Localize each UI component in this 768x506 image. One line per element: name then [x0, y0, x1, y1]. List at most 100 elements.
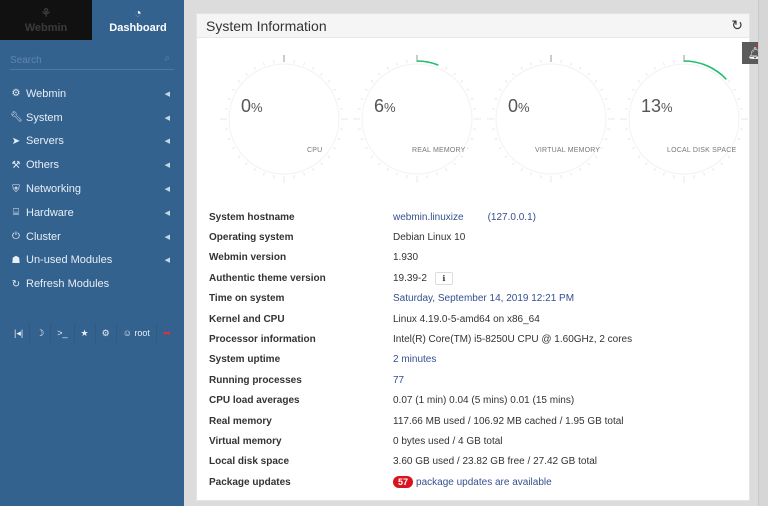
gauge-tick	[653, 168, 656, 172]
gauge-tick	[303, 62, 305, 66]
caret-left-icon: ◀	[164, 162, 170, 170]
tab-webmin[interactable]: ⚘ Webmin	[0, 0, 92, 40]
gauge-label: LOCAL DISK SPACE	[667, 147, 737, 154]
scrollbar[interactable]	[758, 0, 768, 506]
package-updates-link[interactable]: package updates are available	[416, 477, 552, 488]
paw-icon: ⚘	[40, 6, 52, 20]
gauge-tick	[466, 88, 470, 91]
sidebar-item-others[interactable]: ⚒ Others ◀	[0, 153, 184, 177]
terminal-icon: >_	[57, 328, 68, 338]
gauge-tick	[520, 66, 523, 70]
sidebar-item-servers[interactable]: ➤ Servers ◀	[0, 130, 184, 154]
tab-dashboard[interactable]: ◔ Dashboard	[92, 0, 184, 40]
sidebar-item-refresh-modules[interactable]: ↻ Refresh Modules	[0, 272, 184, 296]
row-label: Authentic theme version	[209, 272, 326, 284]
gavel-icon: ⚒	[11, 159, 21, 171]
gauge-tick	[445, 66, 448, 70]
refresh-icon[interactable]: ↻	[731, 17, 743, 34]
row-value: 0 bytes used / 4 GB total	[393, 435, 503, 447]
star-icon: ★	[80, 327, 89, 338]
row-label: Local disk space	[209, 456, 290, 468]
gauge-tick	[224, 128, 228, 130]
gauge-tick	[631, 88, 635, 91]
gauge-tick	[520, 168, 523, 172]
row-label: System uptime	[209, 354, 281, 366]
logout-button[interactable]: ➡	[157, 323, 177, 343]
row-label: System hostname	[209, 211, 295, 223]
gauge-tick	[224, 108, 228, 110]
gauge-local-disk-space: 13% LOCAL DISK SPACE	[619, 54, 749, 184]
gauge-tick	[370, 80, 374, 83]
hostname-link[interactable]: webmin.linuxize	[393, 212, 464, 223]
night-mode-button[interactable]: ☽	[30, 323, 52, 343]
gauge-tick	[378, 162, 381, 166]
gauge-value: 6%	[374, 96, 396, 116]
gauge-tick	[337, 98, 341, 100]
gauge-tick	[237, 80, 241, 83]
search-input[interactable]	[10, 55, 150, 66]
row-label: Time on system	[209, 293, 285, 305]
search-icon[interactable]: ⌕	[164, 53, 170, 64]
gauge-tick	[245, 162, 248, 166]
puzzle-icon: ☗	[11, 254, 21, 266]
sidebar-item-label: Un-used Modules	[26, 254, 113, 267]
sidebar-item-label: Hardware	[26, 206, 74, 219]
gauge-tick	[327, 155, 331, 158]
updates-count-badge[interactable]: 57	[393, 476, 414, 489]
theme-info-button[interactable]: ℹ	[434, 271, 453, 285]
table-row: Processor information Intel(R) Core(TM) …	[209, 329, 739, 349]
sidebar-item-label: Others	[26, 159, 60, 172]
gauge-tick	[512, 72, 515, 76]
sidebar-tabs: ⚘ Webmin ◔ Dashboard	[0, 0, 184, 40]
table-row: Kernel and CPU Linux 4.19.0-5-amd64 on x…	[209, 309, 739, 329]
collapse-sidebar-button[interactable]: |◂|	[8, 323, 31, 343]
gauge-tick	[473, 128, 477, 130]
gauge-tick	[263, 172, 265, 176]
hdd-icon: ⌸	[13, 207, 19, 219]
gauge-tick	[227, 98, 231, 100]
gauge-tick	[504, 155, 508, 158]
gauge-tick	[303, 172, 305, 176]
table-row: Package updates 57 package updates are a…	[209, 472, 739, 492]
theme-settings-button[interactable]: ⚙	[96, 323, 117, 343]
gauge-tick	[498, 147, 502, 150]
gauge-tick	[386, 66, 389, 70]
gauge-value: 0%	[241, 96, 263, 116]
terminal-button[interactable]: >_	[51, 323, 75, 343]
favorites-button[interactable]: ★	[75, 323, 96, 343]
gauge-tick	[703, 172, 705, 176]
processes-link[interactable]: 77	[393, 375, 404, 386]
sidebar-item-hardware[interactable]: ⌸ Hardware ◀	[0, 201, 184, 225]
refresh-icon: ↻	[11, 278, 21, 290]
user-button[interactable]: ☺ root	[117, 323, 157, 343]
sidebar: ⚘ Webmin ◔ Dashboard ⌕ ⚙ Webmin ◀ 🔧︎ Sys…	[0, 0, 184, 506]
gauge-tick	[727, 155, 731, 158]
gauge-tick	[273, 175, 275, 179]
gauge-tick	[312, 168, 315, 172]
gauge-tick	[453, 72, 456, 76]
table-row: System uptime 2 minutes	[209, 350, 739, 370]
sidebar-item-cluster[interactable]: ⏻ Cluster ◀	[0, 225, 184, 249]
gauge-tick	[293, 59, 295, 63]
hostname-ip[interactable]: (127.0.0.1)	[488, 212, 536, 223]
sidebar-item-networking[interactable]: ⛨ Networking ◀	[0, 177, 184, 201]
cog-icon: ⚙	[11, 88, 21, 100]
gauge-dial	[620, 55, 748, 183]
gauge-tick	[498, 88, 502, 91]
system-time-link[interactable]: Saturday, September 14, 2019 12:21 PM	[393, 293, 574, 304]
gauge-tick	[631, 147, 635, 150]
caret-left-icon: ◀	[164, 186, 170, 194]
uptime-link[interactable]: 2 minutes	[393, 354, 436, 365]
gauge-tick	[460, 80, 464, 83]
row-value: 3.60 GB used / 23.82 GB free / 27.42 GB …	[393, 456, 598, 468]
sidebar-item-unused-modules[interactable]: ☗ Un-used Modules ◀	[0, 249, 184, 273]
gauge-tick	[273, 59, 275, 63]
gauge-tick	[600, 88, 604, 91]
sidebar-item-system[interactable]: 🔧︎ System ◀	[0, 106, 184, 130]
gauge-dial	[487, 55, 615, 183]
gauges: 0% CPU 6% REAL MEMORY 0% VIRTUAL MEMORY …	[197, 44, 751, 204]
sidebar-item-label: Webmin	[26, 87, 67, 100]
gauge-tick	[733, 88, 737, 91]
sidebar-item-webmin[interactable]: ⚙ Webmin ◀	[0, 82, 184, 106]
cogs-icon: ⚙	[101, 327, 110, 338]
